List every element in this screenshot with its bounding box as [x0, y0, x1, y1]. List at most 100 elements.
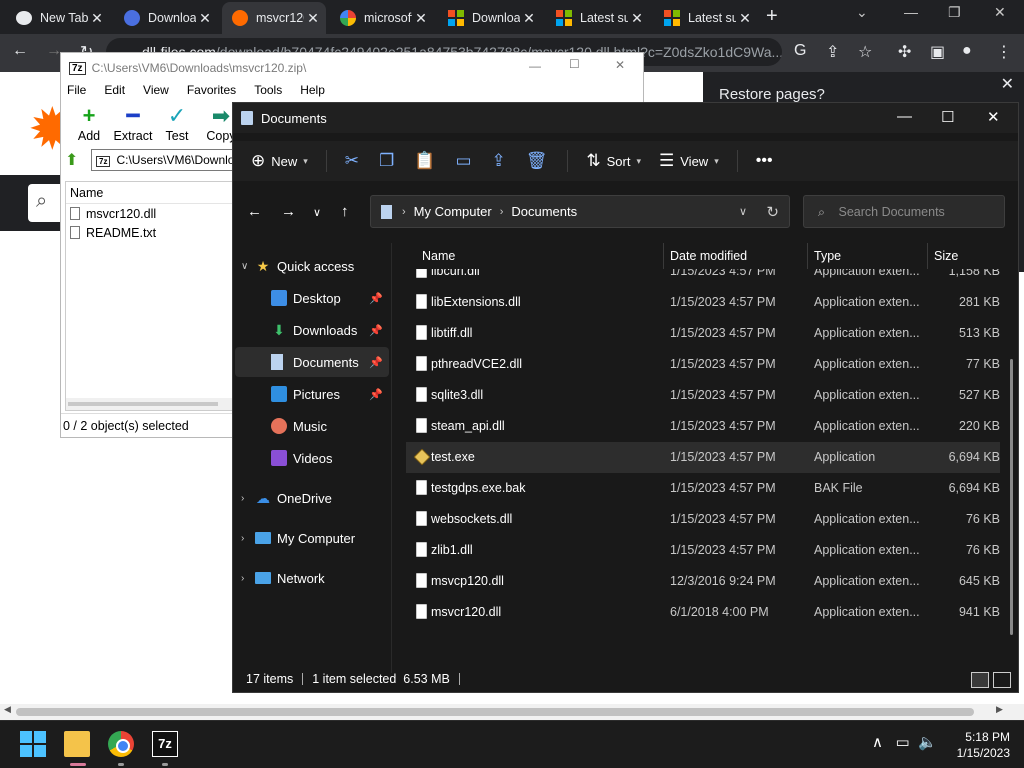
chevron-down-icon[interactable]: ∨ — [739, 205, 747, 218]
tab-search-icon[interactable]: ⌄ — [856, 4, 868, 21]
clock[interactable]: 5:18 PM 1/15/2023 — [948, 729, 1010, 761]
file-row[interactable]: sqlite3.dll 1/15/2023 4:57 PM Application … — [406, 380, 1000, 411]
menu-edit[interactable]: Edit — [104, 83, 125, 103]
more-options-icon[interactable]: ••• — [756, 152, 773, 170]
rename-icon[interactable]: ▭ — [455, 151, 471, 171]
file-row[interactable]: pthreadVCE2.dll 1/15/2023 4:57 PM Applicat… — [406, 349, 1000, 380]
minimize-button[interactable]: — — [897, 108, 912, 125]
close-button[interactable]: ✕ — [615, 58, 625, 72]
up-folder-icon[interactable]: ⬆ — [65, 150, 91, 170]
menu-favorites[interactable]: Favorites — [187, 83, 236, 103]
file-row[interactable]: libtiff.dll 1/15/2023 4:57 PM Application … — [406, 318, 1000, 349]
nav-music[interactable]: Music — [235, 411, 389, 441]
pin-icon[interactable]: 📌 — [369, 324, 383, 337]
new-button[interactable]: ⊕ New ▾ — [251, 151, 308, 171]
column-separator[interactable] — [663, 243, 664, 269]
copy-icon[interactable]: ❐ — [379, 151, 394, 171]
menu-view[interactable]: View — [143, 83, 169, 103]
column-header-name[interactable]: Name — [66, 182, 234, 204]
chrome-tab-latest-1[interactable]: Latest su ✕ — [546, 4, 650, 32]
scroll-right-icon[interactable]: ▶ — [996, 704, 1003, 715]
pin-icon[interactable]: 📌 — [369, 292, 383, 305]
file-explorer-taskbar-icon[interactable] — [64, 731, 90, 757]
column-header-name[interactable]: Name — [422, 249, 455, 263]
file-row[interactable]: test.exe 1/15/2023 4:57 PM Application 6,69… — [406, 442, 1000, 473]
file-row[interactable]: testgdps.exe.bak 1/15/2023 4:57 PM BAK Fil… — [406, 473, 1000, 504]
close-tab-icon[interactable]: ✕ — [88, 10, 106, 27]
close-icon[interactable]: ✕ — [1001, 74, 1014, 94]
nav-network[interactable]: › Network — [235, 563, 389, 593]
file-row[interactable]: libExtensions.dll 1/15/2023 4:57 PM Applic… — [406, 287, 1000, 318]
file-row[interactable]: steam_api.dll 1/15/2023 4:57 PM Applicatio… — [406, 411, 1000, 442]
scroll-left-icon[interactable]: ◀ — [4, 704, 11, 715]
menu-file[interactable]: File — [67, 83, 86, 103]
close-button[interactable]: ✕ — [987, 108, 1000, 126]
scrollbar-thumb[interactable] — [16, 708, 974, 716]
back-icon[interactable]: ← — [12, 42, 28, 60]
maximize-button[interactable]: ☐ — [569, 57, 580, 71]
windows-start-icon[interactable] — [20, 731, 46, 757]
list-item[interactable]: README.txt — [66, 223, 234, 242]
pane-divider[interactable] — [391, 243, 392, 673]
extensions-icon[interactable]: ✣ — [898, 42, 911, 62]
column-separator[interactable] — [807, 243, 808, 269]
close-button[interactable]: ✕ — [994, 4, 1006, 21]
file-row[interactable]: websockets.dll 1/15/2023 4:57 PM Applicati… — [406, 504, 1000, 535]
profile-icon[interactable]: ● — [962, 42, 972, 60]
list-item[interactable]: msvcr120.dll — [66, 204, 234, 223]
view-button[interactable]: ☰ View ▾ — [659, 151, 719, 171]
file-row[interactable]: msvcp120.dll 12/3/2016 9:24 PM Application… — [406, 566, 1000, 597]
close-tab-icon[interactable]: ✕ — [520, 10, 538, 27]
search-input[interactable]: ⌕ Search Documents — [803, 195, 1005, 228]
file-row[interactable]: msvcr120.dll 6/1/2018 4:00 PM Application … — [406, 597, 1000, 628]
minimize-button[interactable]: — — [529, 59, 541, 73]
7zip-file-list[interactable]: Name msvcr120.dll README.txt — [65, 181, 235, 411]
menu-tools[interactable]: Tools — [254, 83, 282, 103]
google-lens-icon[interactable]: G — [794, 42, 806, 60]
network-monitor-icon[interactable]: ▭ — [896, 734, 910, 751]
chevron-up-icon[interactable]: ∧ — [872, 734, 883, 751]
horizontal-scrollbar[interactable]: ◀ ▶ — [0, 704, 1024, 720]
menu-help[interactable]: Help — [300, 83, 325, 103]
close-tab-icon[interactable]: ✕ — [412, 10, 430, 27]
chrome-tab-download-2[interactable]: Download ✕ — [438, 4, 542, 32]
horizontal-scrollbar[interactable] — [66, 398, 234, 410]
breadcrumb-my-computer[interactable]: My Computer — [414, 204, 492, 219]
share-icon[interactable]: ⇪ — [826, 42, 839, 62]
close-tab-icon[interactable]: ✕ — [196, 10, 214, 27]
volume-icon[interactable]: 🔈 — [918, 734, 937, 751]
chevron-down-icon[interactable]: ∨ — [241, 261, 255, 272]
sort-button[interactable]: ⇅ Sort ▾ — [586, 151, 641, 171]
close-tab-icon[interactable]: ✕ — [304, 10, 322, 27]
explorer-address-bar[interactable]: › My Computer › Documents ∨ ↻ — [370, 195, 790, 228]
chrome-tab-microsoft[interactable]: microsoft ✕ — [330, 4, 434, 32]
forward-icon[interactable]: → — [281, 203, 296, 220]
add-button[interactable]: + Add — [67, 103, 111, 147]
side-panel-icon[interactable]: ▣ — [930, 42, 945, 62]
minimize-button[interactable]: — — [904, 4, 918, 20]
nav-my-computer[interactable]: › My Computer — [235, 523, 389, 553]
pin-icon[interactable]: 📌 — [369, 356, 383, 369]
pin-icon[interactable]: 📌 — [369, 388, 383, 401]
nav-quick-access[interactable]: ∨ ★ Quick access — [235, 251, 389, 281]
column-header-type[interactable]: Type — [814, 249, 841, 263]
delete-icon[interactable]: 🗑 — [526, 151, 548, 171]
chrome-tab-msvcr120[interactable]: msvcr120 ✕ — [222, 2, 326, 34]
chrome-tab-latest-2[interactable]: Latest su ✕ — [654, 4, 758, 32]
close-tab-icon[interactable]: ✕ — [628, 10, 646, 27]
menu-kebab-icon[interactable]: ⋮ — [996, 42, 1012, 62]
restore-button[interactable]: ❐ — [948, 4, 961, 21]
back-icon[interactable]: ← — [247, 203, 262, 220]
column-separator[interactable] — [927, 243, 928, 269]
nav-videos[interactable]: Videos — [235, 443, 389, 473]
chevron-right-icon[interactable]: › — [241, 533, 255, 544]
chevron-right-icon[interactable]: › — [241, 493, 255, 504]
chrome-taskbar-icon[interactable] — [108, 731, 134, 757]
chrome-tab-new-tab[interactable]: New Tab ✕ — [6, 4, 110, 32]
chrome-tab-download[interactable]: Download ✕ — [114, 4, 218, 32]
scrollbar-thumb[interactable] — [68, 402, 218, 406]
share-icon[interactable]: ⇪ — [492, 151, 506, 171]
refresh-icon[interactable]: ↻ — [766, 203, 779, 221]
column-header-size[interactable]: Size — [934, 249, 958, 263]
new-tab-button[interactable]: + — [766, 5, 778, 28]
